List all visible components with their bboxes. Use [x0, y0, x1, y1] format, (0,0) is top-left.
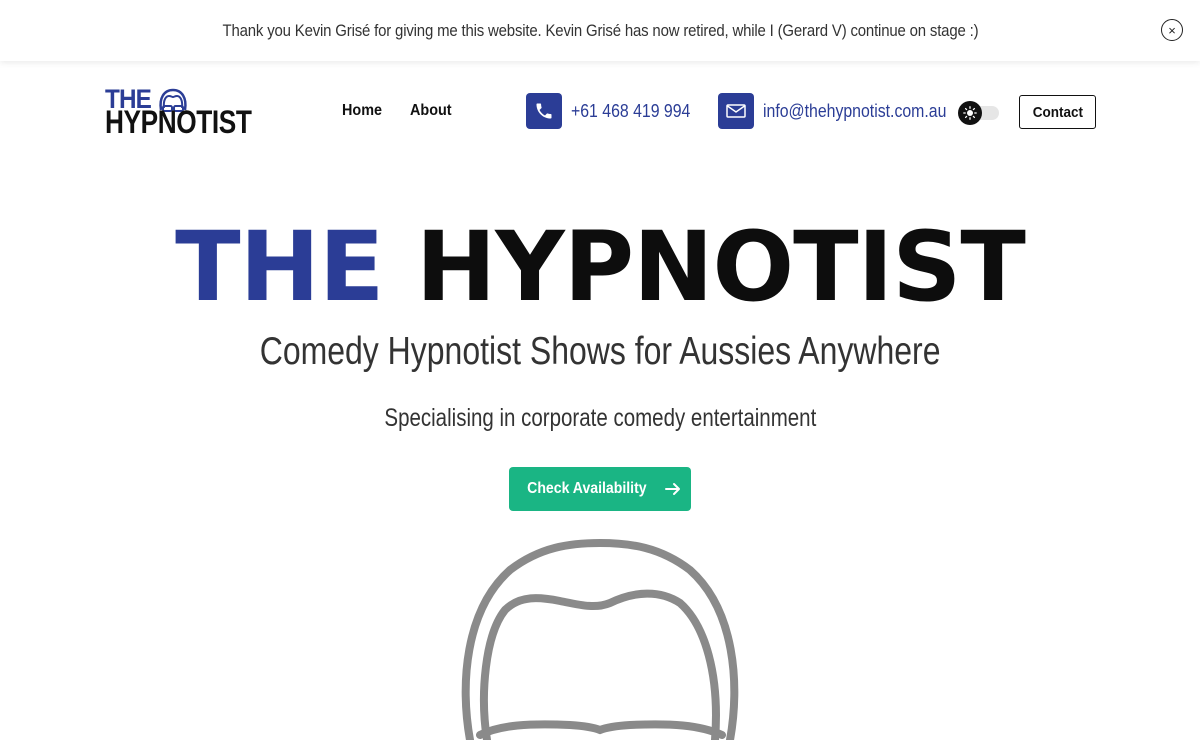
arrow-right-icon: [664, 483, 680, 495]
site-header: THE HYPNOTIST Home About +61 468 419 994…: [0, 61, 1200, 161]
banner-text: Thank you Kevin Grisé for giving me this…: [222, 20, 978, 40]
nav-about-link[interactable]: About: [410, 102, 452, 120]
sun-icon: [958, 101, 982, 125]
hero-subtitle-text: Comedy Hypnotist Shows for Aussies Anywh…: [259, 330, 941, 373]
hypnotist-head-illustration: [461, 538, 739, 740]
nav-home-link[interactable]: Home: [342, 102, 382, 120]
cta-label: Check Availability: [527, 480, 647, 497]
logo-hypnotist-text: HYPNOTIST: [105, 104, 252, 140]
close-icon[interactable]: ×: [1161, 19, 1183, 41]
email-address: info@thehypnotist.com.au: [763, 100, 947, 121]
hero-title: THE HYPNOTIST: [0, 212, 1200, 322]
hero-title-the: THE: [175, 211, 384, 323]
site-logo[interactable]: THE HYPNOTIST: [105, 86, 265, 140]
main-nav: Home About: [342, 102, 457, 120]
hero-title-hypnotist: HYPNOTIST: [415, 211, 1026, 323]
check-availability-button[interactable]: Check Availability: [509, 467, 691, 511]
hero-subtitle: Comedy Hypnotist Shows for Aussies Anywh…: [0, 330, 1200, 374]
phone-number: +61 468 419 994: [571, 100, 691, 121]
phone-contact[interactable]: +61 468 419 994: [526, 93, 707, 129]
email-contact[interactable]: info@thehypnotist.com.au: [718, 93, 971, 129]
contact-button-label: Contact: [1032, 103, 1083, 121]
phone-icon: [526, 93, 562, 129]
hero-tagline-text: Specialising in corporate comedy enterta…: [384, 404, 816, 432]
hero-tagline: Specialising in corporate comedy enterta…: [0, 404, 1200, 433]
announcement-banner: Thank you Kevin Grisé for giving me this…: [0, 0, 1200, 61]
envelope-icon: [718, 93, 754, 129]
contact-button[interactable]: Contact: [1019, 95, 1096, 129]
theme-toggle[interactable]: [958, 101, 1000, 125]
